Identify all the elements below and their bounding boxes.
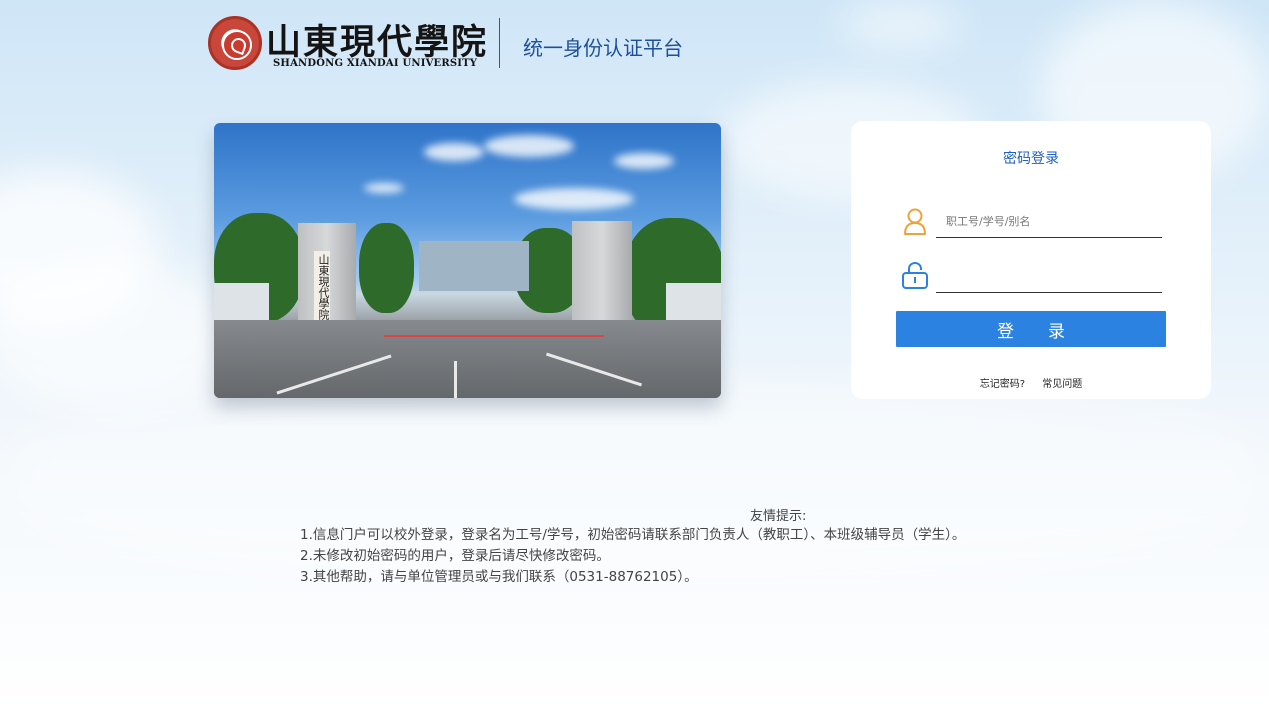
login-card: 密码登录 登录 忘记密码? 常见问题	[851, 121, 1211, 399]
card-links: 忘记密码? 常见问题	[851, 375, 1211, 390]
gate-inscription: 山東現代學院	[314, 251, 330, 323]
username-input[interactable]	[936, 206, 1162, 238]
password-input[interactable]	[936, 261, 1162, 293]
header-divider	[499, 18, 500, 68]
lock-icon	[902, 261, 928, 289]
campus-gate-photo: 山東現代學院	[214, 123, 721, 398]
tips-title: 友情提示:	[750, 509, 807, 524]
user-icon	[904, 208, 926, 235]
login-button[interactable]: 登录	[896, 311, 1166, 347]
university-seal-logo	[208, 16, 262, 70]
platform-title: 统一身份认证平台	[523, 36, 683, 60]
tip-line: 1.信息门户可以校外登录，登录名为工号/学号，初始密码请联系部门负责人（教职工）…	[300, 527, 966, 543]
faq-link[interactable]: 常见问题	[1042, 379, 1082, 390]
forgot-password-link[interactable]: 忘记密码?	[980, 379, 1025, 390]
tips-list: 1.信息门户可以校外登录，登录名为工号/学号，初始密码请联系部门负责人（教职工）…	[300, 525, 990, 588]
background-cloud	[840, 0, 960, 50]
login-title: 密码登录	[1003, 151, 1059, 167]
university-name-en: SHANDONG XIANDAI UNIVERSITY	[273, 58, 478, 69]
tip-line: 3.其他帮助，请与单位管理员或与我们联系（0531-88762105）。	[300, 569, 698, 585]
tip-line: 2.未修改初始密码的用户，登录后请尽快修改密码。	[300, 548, 610, 564]
background-cloud	[0, 260, 240, 410]
